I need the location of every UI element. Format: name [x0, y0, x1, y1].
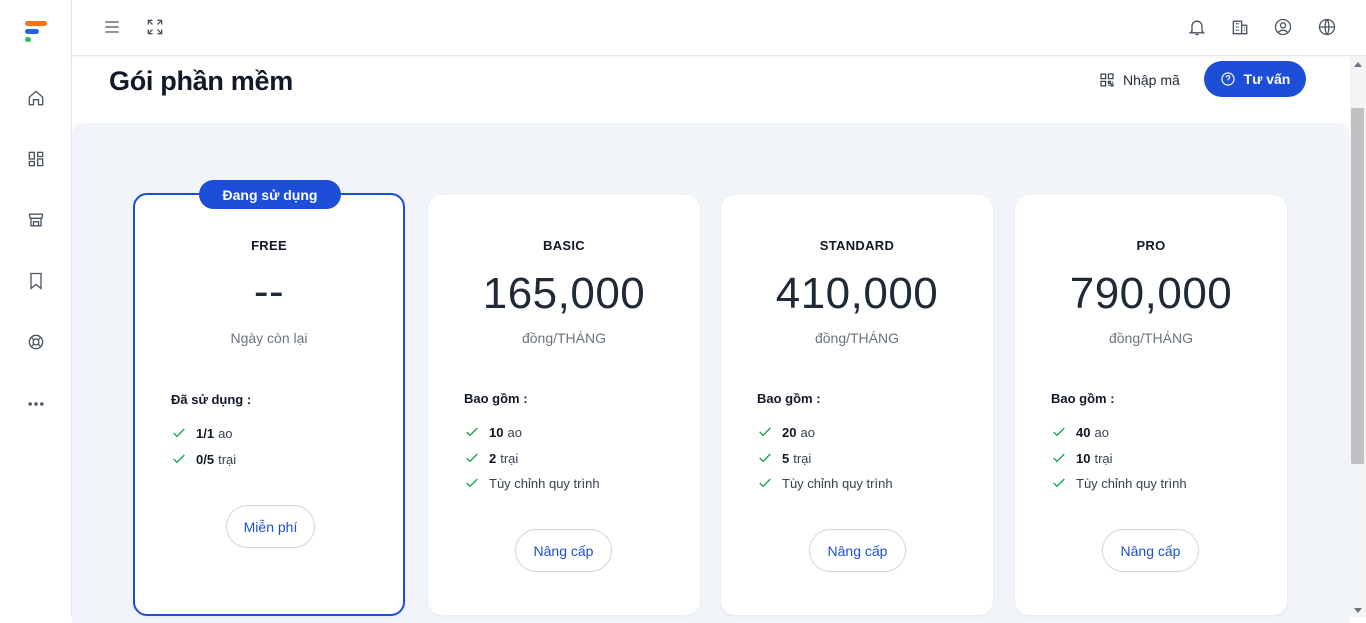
plan-price: 790,000 [1069, 269, 1233, 318]
plan-price-subtitle: đồng/THÁNG [1108, 330, 1194, 346]
store-icon[interactable] [24, 208, 48, 232]
usage-label: Đã sử dụng : [171, 392, 252, 407]
bell-icon[interactable] [1185, 15, 1209, 39]
check-icon [173, 454, 185, 464]
plan-card-standard: STANDARD 410,000 đồng/THÁNG Bao gồm : 20… [721, 195, 993, 615]
globe-icon[interactable] [1315, 15, 1339, 39]
more-icon[interactable] [24, 392, 48, 416]
plan-name: BASIC [543, 238, 585, 253]
check-icon [466, 478, 478, 488]
includes-label: Bao gồm : [464, 391, 528, 406]
feature-item: 40 ao [1051, 424, 1109, 440]
check-icon [1053, 427, 1065, 437]
feature-item: 0/5 trại [171, 451, 236, 467]
scroll-down-arrow[interactable] [1354, 608, 1362, 613]
feature-item: Tùy chỉnh quy trình [464, 475, 600, 491]
menu-icon[interactable] [100, 15, 124, 39]
consult-label: Tư vấn [1243, 71, 1291, 87]
check-icon [759, 453, 771, 463]
check-icon [759, 427, 771, 437]
sidebar [0, 0, 72, 617]
includes-label: Bao gồm : [757, 391, 821, 406]
scroll-up-arrow[interactable] [1354, 62, 1362, 67]
bookmark-icon[interactable] [24, 269, 48, 293]
top-bar [72, 0, 1366, 56]
plan-card-pro: PRO 790,000 đồng/THÁNG Bao gồm : 40 ao 10… [1015, 195, 1287, 615]
feature-item: 2 trại [464, 450, 518, 466]
dashboard-icon[interactable] [24, 147, 48, 171]
upgrade-button[interactable]: Nâng cấp [515, 529, 612, 572]
includes-label: Bao gồm : [1051, 391, 1115, 406]
enter-code-button[interactable]: Nhập mã [1099, 69, 1180, 91]
qr-code-icon [1100, 73, 1114, 87]
plan-name: PRO [1136, 238, 1166, 253]
feature-item: 5 trại [757, 450, 811, 466]
user-icon[interactable] [1271, 15, 1295, 39]
check-icon [1053, 453, 1065, 463]
check-icon [1053, 478, 1065, 488]
feature-item: 1/1 ao [171, 425, 233, 441]
app-logo[interactable] [24, 20, 48, 44]
plan-card-basic: BASIC 165,000 đồng/THÁNG Bao gồm : 10 ao … [428, 195, 700, 615]
check-icon [466, 453, 478, 463]
plan-name: FREE [251, 238, 287, 253]
check-icon [466, 427, 478, 437]
upgrade-button[interactable]: Nâng cấp [809, 529, 906, 572]
check-icon [759, 478, 771, 488]
enter-code-label: Nhập mã [1123, 72, 1180, 88]
current-plan-badge: Đang sử dụng [199, 180, 341, 209]
plan-price-subtitle: đồng/THÁNG [521, 330, 607, 346]
scrollbar-thumb[interactable] [1351, 108, 1364, 464]
feature-item: Tùy chỉnh quy trình [757, 475, 893, 491]
building-icon[interactable] [1228, 15, 1252, 39]
feature-item: 20 ao [757, 424, 815, 440]
feature-item: 10 trại [1051, 450, 1113, 466]
plan-price: 410,000 [775, 269, 939, 318]
plan-price: -- [253, 267, 285, 316]
plan-price-subtitle: Ngày còn lại [230, 330, 308, 346]
plan-card-free: FREE -- Ngày còn lại Đã sử dụng : 1/1 ao … [133, 193, 405, 616]
upgrade-button[interactable]: Nâng cấp [1102, 529, 1199, 572]
feature-item: Tùy chỉnh quy trình [1051, 475, 1187, 491]
plan-price: 165,000 [482, 269, 646, 318]
free-plan-button[interactable]: Miễn phí [226, 505, 315, 548]
plan-price-subtitle: đồng/THÁNG [814, 330, 900, 346]
consult-button[interactable]: Tư vấn [1204, 61, 1306, 97]
page-title: Gói phần mềm [109, 66, 293, 96]
feature-item: 10 ao [464, 424, 522, 440]
support-icon[interactable] [24, 330, 48, 354]
fullscreen-icon[interactable] [143, 15, 167, 39]
help-icon [1221, 72, 1235, 86]
plan-name: STANDARD [819, 238, 895, 253]
check-icon [173, 428, 185, 438]
home-icon[interactable] [24, 86, 48, 110]
